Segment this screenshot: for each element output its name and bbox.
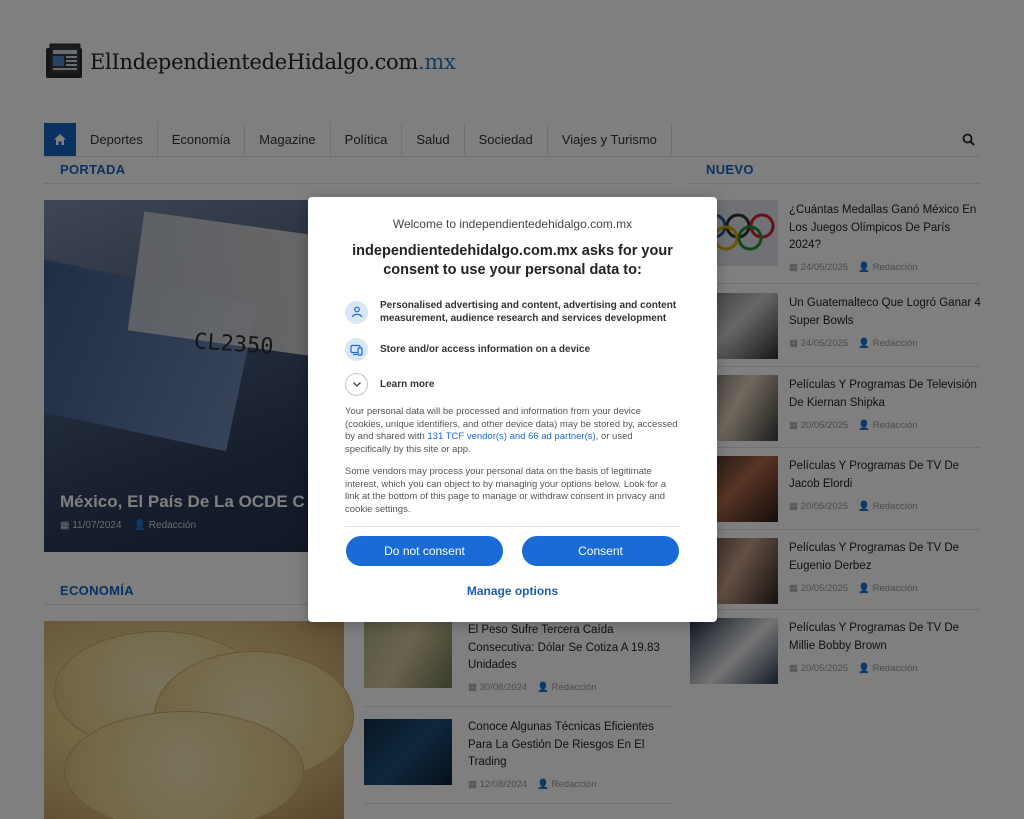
chevron-down-icon [345, 373, 368, 396]
do-not-consent-button[interactable]: Do not consent [346, 536, 503, 566]
consent-purpose-personalised: Personalised advertising and content, ad… [345, 299, 680, 325]
manage-options-button[interactable]: Manage options [308, 584, 717, 598]
consent-dialog: Welcome to independientedehidalgo.com.mx… [308, 197, 717, 622]
device-icon [345, 338, 368, 361]
consent-paragraph-1: Your personal data will be processed and… [345, 406, 678, 455]
person-icon [345, 300, 368, 324]
consent-welcome: Welcome to independientedehidalgo.com.mx [392, 217, 633, 231]
divider [345, 526, 680, 527]
consent-paragraph-2: Some vendors may process your personal d… [345, 466, 667, 515]
consent-purpose-storage: Store and/or access information on a dev… [345, 338, 590, 361]
consent-button[interactable]: Consent [522, 536, 679, 566]
learn-more-toggle[interactable]: Learn more [345, 373, 434, 396]
vendors-link[interactable]: 131 TCF vendor(s) and 66 ad partner(s) [427, 431, 595, 442]
consent-heading: independientedehidalgo.com.mx asks for y… [352, 243, 673, 278]
